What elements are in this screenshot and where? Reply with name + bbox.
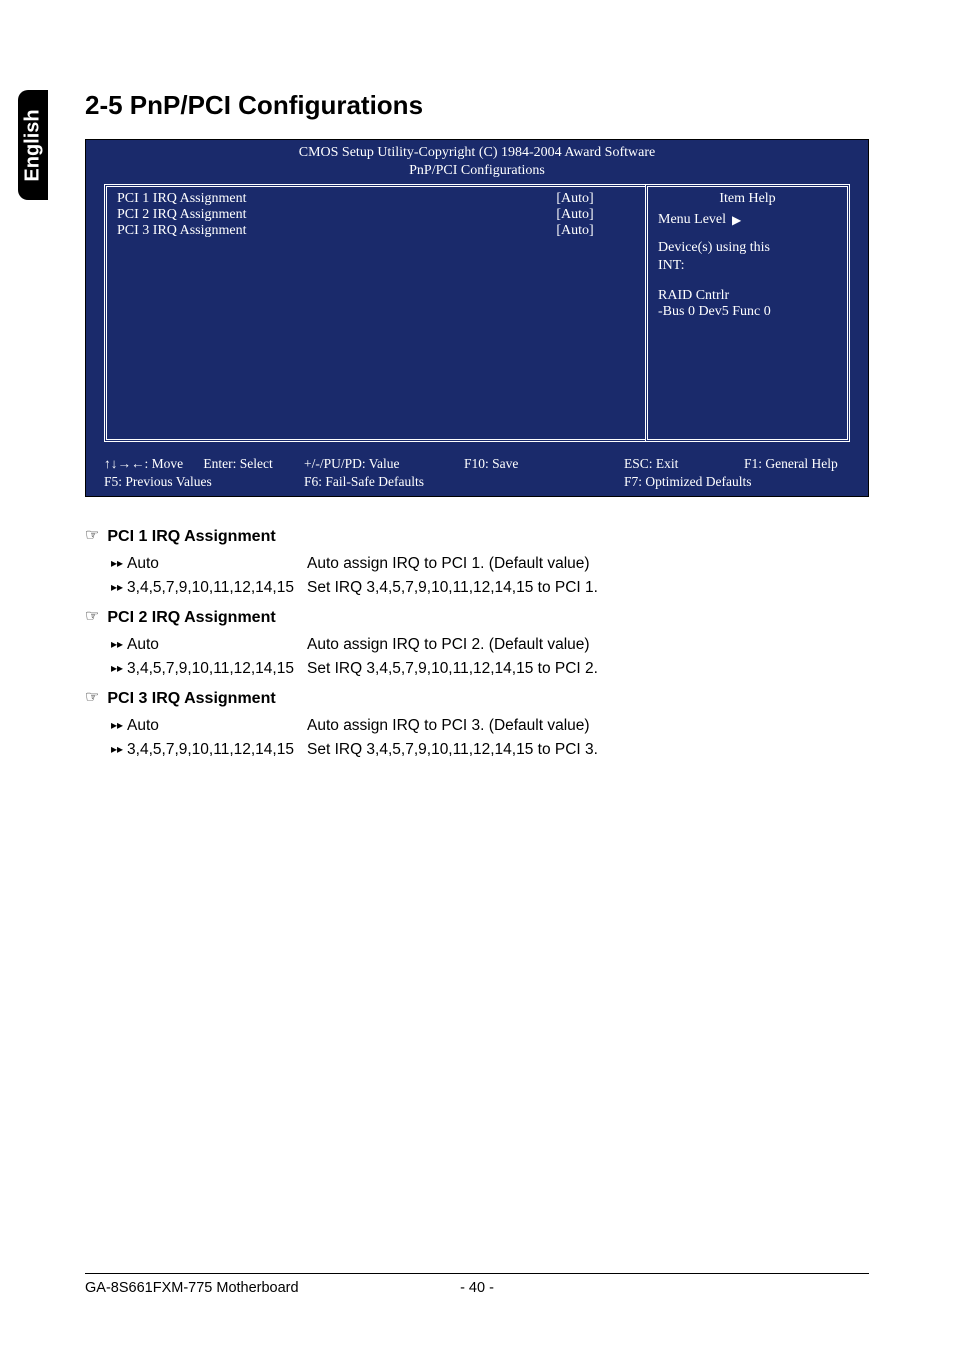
setting-block: ☞ PCI 2 IRQ Assignment ▸▸Auto Auto assig… [85,606,869,681]
key-save: F10: Save [464,456,624,472]
option-label: ▸▸3,4,5,7,9,10,11,12,14,15 [85,657,307,681]
bios-header-line2: PnP/PCI Configurations [86,162,868,180]
setting-title-row: ☞ PCI 3 IRQ Assignment [85,687,869,712]
setting-title-row: ☞ PCI 2 IRQ Assignment [85,606,869,631]
double-arrow-icon: ▸▸ [111,576,123,598]
triangle-right-icon: ▶ [732,213,741,228]
bios-content: PCI 1 IRQ Assignment PCI 2 IRQ Assignmen… [86,184,868,452]
option-row: ▸▸Auto Auto assign IRQ to PCI 2. (Defaul… [85,633,869,657]
double-arrow-icon: ▸▸ [111,657,123,679]
option-row: ▸▸Auto Auto assign IRQ to PCI 1. (Defaul… [85,552,869,576]
footer-page-number: - 40 - [346,1280,607,1296]
page-footer: GA-8S661FXM-775 Motherboard - 40 - [85,1273,869,1296]
double-arrow-icon: ▸▸ [111,633,123,655]
option-row: ▸▸3,4,5,7,9,10,11,12,14,15 Set IRQ 3,4,5… [85,657,869,681]
key-prev: F5: Previous Values [104,474,304,490]
bios-header-line1: CMOS Setup Utility-Copyright (C) 1984-20… [86,144,868,162]
bios-row-label: PCI 3 IRQ Assignment [117,223,515,239]
section-title: 2-5 PnP/PCI Configurations [85,90,869,121]
option-label: ▸▸3,4,5,7,9,10,11,12,14,15 [85,738,307,762]
bios-setting-labels: PCI 1 IRQ Assignment PCI 2 IRQ Assignmen… [117,191,515,239]
hand-right-icon: ☞ [85,524,99,549]
double-arrow-icon: ▸▸ [111,714,123,736]
bios-setting-values: [Auto] [Auto] [Auto] [515,191,635,239]
bios-row-label: PCI 2 IRQ Assignment [117,207,515,223]
bios-key-legend: ↑↓→←: Move Enter: Select +/-/PU/PD: Valu… [104,452,850,490]
option-row: ▸▸Auto Auto assign IRQ to PCI 3. (Defaul… [85,714,869,738]
double-arrow-icon: ▸▸ [111,738,123,760]
bios-header: CMOS Setup Utility-Copyright (C) 1984-20… [86,140,868,184]
double-arrow-icon: ▸▸ [111,552,123,574]
hand-right-icon: ☞ [85,605,99,630]
key-move: ↑↓→←: Move Enter: Select [104,456,304,472]
key-exit: ESC: Exit [624,456,744,472]
bios-help-device-line2: INT: [658,258,837,274]
bios-help-raid-line1: RAID Cntrlr [658,288,837,304]
footer-spacer [608,1280,869,1296]
bios-help-title: Item Help [658,191,837,208]
bios-row-value: [Auto] [515,223,635,239]
option-desc: Auto assign IRQ to PCI 3. (Default value… [307,714,869,738]
bios-row-value: [Auto] [515,191,635,207]
bios-menu-level: Menu Level ▶ [658,212,837,228]
bios-row-label: PCI 1 IRQ Assignment [117,191,515,207]
option-row: ▸▸3,4,5,7,9,10,11,12,14,15 Set IRQ 3,4,5… [85,738,869,762]
setting-block: ☞ PCI 1 IRQ Assignment ▸▸Auto Auto assig… [85,525,869,600]
bios-help-panel: Item Help Menu Level ▶ Device(s) using t… [645,184,850,442]
option-row: ▸▸3,4,5,7,9,10,11,12,14,15 Set IRQ 3,4,5… [85,576,869,600]
footer-model: GA-8S661FXM-775 Motherboard [85,1280,346,1296]
bios-screenshot: CMOS Setup Utility-Copyright (C) 1984-20… [85,139,869,497]
language-tab-label: English [22,109,45,181]
option-label: ▸▸Auto [85,714,307,738]
option-desc: Auto assign IRQ to PCI 2. (Default value… [307,633,869,657]
bios-settings-panel: PCI 1 IRQ Assignment PCI 2 IRQ Assignmen… [104,184,645,442]
option-desc: Set IRQ 3,4,5,7,9,10,11,12,14,15 to PCI … [307,576,869,600]
setting-title-row: ☞ PCI 1 IRQ Assignment [85,525,869,550]
key-optimized: F7: Optimized Defaults [624,474,850,490]
bios-help-raid-line2: -Bus 0 Dev5 Func 0 [658,304,837,320]
option-desc: Auto assign IRQ to PCI 1. (Default value… [307,552,869,576]
page: English 2-5 PnP/PCI Configurations CMOS … [0,0,954,1354]
bios-row-value: [Auto] [515,207,635,223]
settings-descriptions: ☞ PCI 1 IRQ Assignment ▸▸Auto Auto assig… [85,525,869,761]
option-desc: Set IRQ 3,4,5,7,9,10,11,12,14,15 to PCI … [307,738,869,762]
key-value: +/-/PU/PD: Value [304,456,464,472]
bios-menu-level-label: Menu Level [658,212,726,228]
option-desc: Set IRQ 3,4,5,7,9,10,11,12,14,15 to PCI … [307,657,869,681]
key-failsafe: F6: Fail-Safe Defaults [304,474,464,490]
hand-right-icon: ☞ [85,686,99,711]
setting-name: PCI 3 IRQ Assignment [107,687,275,712]
setting-block: ☞ PCI 3 IRQ Assignment ▸▸Auto Auto assig… [85,687,869,762]
option-label: ▸▸Auto [85,552,307,576]
language-tab: English [18,90,48,200]
key-help: F1: General Help [744,456,850,472]
option-label: ▸▸Auto [85,633,307,657]
option-label: ▸▸3,4,5,7,9,10,11,12,14,15 [85,576,307,600]
setting-name: PCI 1 IRQ Assignment [107,525,275,550]
setting-name: PCI 2 IRQ Assignment [107,606,275,631]
bios-help-device-line1: Device(s) using this [658,240,837,256]
